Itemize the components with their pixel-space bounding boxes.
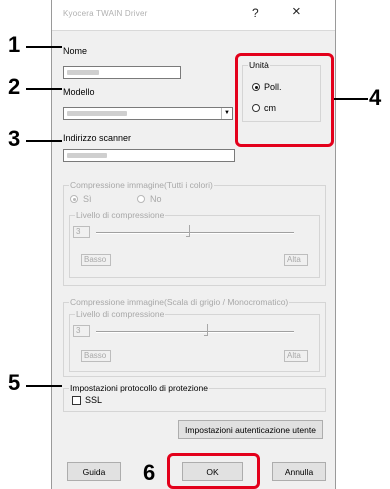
- callout-5: 5: [8, 370, 21, 395]
- color-compression-no-label: No: [150, 194, 162, 204]
- gray-level-title: Livello di compressione: [75, 309, 166, 319]
- color-level-low: Basso: [81, 254, 111, 266]
- close-icon[interactable]: ×: [292, 3, 301, 20]
- gray-level-slider-thumb[interactable]: [204, 324, 208, 336]
- chevron-down-icon[interactable]: ▼: [221, 108, 232, 119]
- title-bar: Kyocera TWAIN Driver ? ×: [52, 0, 335, 31]
- units-highlight: [235, 53, 334, 147]
- color-level-high: Alta: [284, 254, 308, 266]
- color-level-slider-track[interactable]: [96, 232, 294, 234]
- ok-highlight: [167, 453, 260, 489]
- callout-6: 6: [143, 460, 156, 485]
- window-title: Kyocera TWAIN Driver: [63, 9, 148, 18]
- user-auth-settings-button[interactable]: Impostazioni autenticazione utente: [178, 420, 323, 439]
- model-label: Modello: [63, 87, 95, 97]
- color-compression-title: Compressione immagine(Tutti i colori): [69, 180, 214, 190]
- scanner-address-label: Indirizzo scanner: [63, 133, 132, 143]
- callout-4: 4: [369, 85, 382, 110]
- color-level-group: Livello di compressione 3 Basso Alta: [69, 210, 320, 278]
- color-compression-group: Compressione immagine(Tutti i colori) Sì…: [63, 180, 326, 286]
- help-button[interactable]: Guida: [67, 462, 121, 481]
- callout-2: 2: [8, 74, 21, 99]
- gray-level-value: 3: [73, 325, 90, 337]
- name-field[interactable]: [63, 66, 181, 79]
- model-value: [67, 111, 127, 116]
- help-icon[interactable]: ?: [252, 6, 259, 20]
- scanner-address-field[interactable]: [63, 149, 235, 162]
- callout-5-line: [26, 385, 62, 387]
- callout-3-line: [26, 140, 62, 142]
- callout-1-line: [26, 46, 62, 48]
- color-compression-yes-radio[interactable]: [70, 195, 78, 203]
- color-level-slider-thumb[interactable]: [186, 225, 190, 237]
- model-select[interactable]: ▼: [63, 107, 233, 120]
- gray-level-low: Basso: [81, 350, 111, 362]
- security-title: Impostazioni protocollo di protezione: [69, 383, 209, 393]
- color-compression-no-radio[interactable]: [137, 195, 145, 203]
- color-level-value: 3: [73, 226, 90, 238]
- callout-1: 1: [8, 32, 21, 57]
- name-value: [67, 70, 99, 75]
- gray-level-group: Livello di compressione 3 Basso Alta: [69, 309, 320, 372]
- callout-2-line: [26, 88, 62, 90]
- callout-3: 3: [8, 126, 21, 151]
- ssl-checkbox[interactable]: [72, 396, 81, 405]
- callout-4-line: [334, 98, 368, 100]
- name-label: Nome: [63, 46, 88, 56]
- gray-level-high: Alta: [284, 350, 308, 362]
- gray-compression-group: Compressione immagine(Scala di grigio / …: [63, 297, 326, 377]
- security-group: Impostazioni protocollo di protezione SS…: [63, 383, 326, 412]
- color-level-title: Livello di compressione: [75, 210, 166, 220]
- gray-level-slider-track[interactable]: [96, 331, 294, 333]
- gray-compression-title: Compressione immagine(Scala di grigio / …: [69, 297, 290, 307]
- scanner-address-value: [67, 153, 107, 158]
- cancel-button[interactable]: Annulla: [272, 462, 326, 481]
- color-compression-yes-label: Sì: [83, 194, 92, 204]
- ssl-label: SSL: [85, 395, 103, 405]
